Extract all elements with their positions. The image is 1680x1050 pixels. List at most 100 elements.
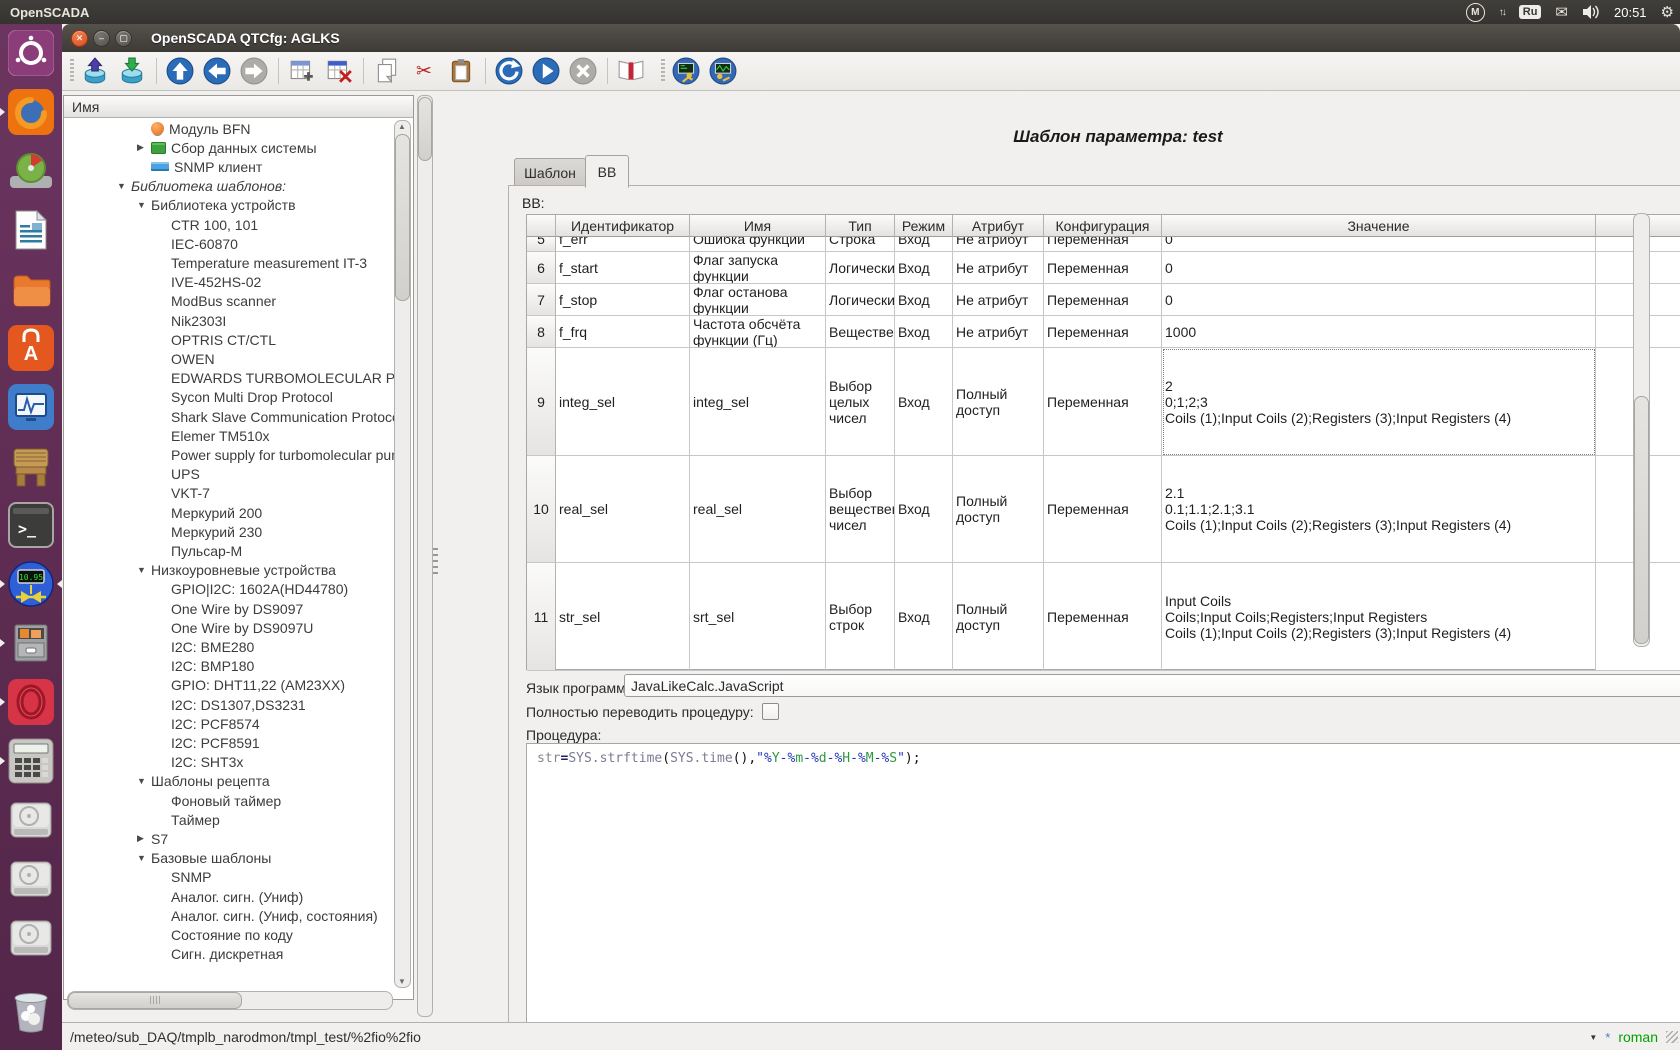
launcher-wooden-desk-icon[interactable] — [8, 443, 54, 489]
configuration-cell[interactable]: Переменная — [1044, 252, 1162, 284]
manual-button[interactable] — [616, 56, 646, 86]
identifier-cell[interactable]: f_start — [556, 252, 690, 284]
identifier-cell[interactable]: f_err — [556, 237, 690, 252]
close-button[interactable]: ✕ — [71, 30, 88, 47]
program-language-combobox[interactable]: JavaLikeCalc.JavaScript ▼ — [624, 674, 1680, 697]
keyboard-layout-indicator[interactable]: Ru — [1519, 5, 1542, 19]
launcher-calculator-icon[interactable] — [8, 738, 54, 784]
tree-item[interactable]: ▼Шаблоны рецепта — [137, 772, 270, 791]
messaging-menu-icon[interactable]: M — [1466, 3, 1485, 22]
tree-item[interactable]: Пульсар-М — [157, 541, 242, 560]
launcher-disk-usage-icon[interactable] — [8, 148, 54, 194]
tree-horizontal-scrollbar-slider[interactable] — [68, 992, 242, 1009]
tree-item[interactable]: I2C: PCF8574 — [157, 714, 260, 733]
attribute-cell[interactable]: Не атрибут — [953, 252, 1044, 284]
configuration-cell[interactable]: Переменная — [1044, 316, 1162, 348]
column-header[interactable] — [527, 215, 556, 237]
tree-item[interactable]: OWEN — [157, 349, 215, 368]
tree-item[interactable]: UPS — [157, 465, 200, 484]
launcher-system-monitor-icon[interactable] — [8, 384, 54, 430]
tree-item[interactable]: Таймер — [157, 810, 220, 829]
tree-item[interactable]: ▶Сбор данных системы — [137, 138, 317, 157]
vision-runtime-button[interactable] — [708, 56, 738, 86]
row-number-cell[interactable]: 9 — [527, 348, 556, 456]
tab-io[interactable]: ВВ — [585, 155, 629, 188]
column-header[interactable]: Имя — [690, 215, 826, 237]
session-gear-icon[interactable]: ⚙ — [1661, 3, 1674, 21]
attribute-cell[interactable]: Полный доступ — [953, 456, 1044, 563]
mode-cell[interactable]: Вход — [895, 284, 953, 316]
value-cell[interactable]: Input CoilsCoils;Input Coils;Registers;I… — [1162, 563, 1596, 671]
tree-item[interactable]: SNMP — [157, 868, 211, 887]
type-cell[interactable]: Строка — [826, 237, 895, 252]
toolbar-handle[interactable] — [70, 59, 74, 83]
tree-item[interactable]: GPIO: DHT11,22 (AM23XX) — [157, 676, 345, 695]
launcher-terminal-icon[interactable]: >_ — [8, 502, 54, 548]
maximize-button[interactable]: ▢ — [115, 30, 132, 47]
identifier-cell[interactable]: integ_sel — [556, 348, 690, 456]
load-from-db-button[interactable] — [80, 56, 110, 86]
name-cell[interactable]: integ_sel — [690, 348, 826, 456]
status-dropdown-icon[interactable]: ▼ — [1589, 1033, 1597, 1042]
translate-procedure-checkbox[interactable] — [762, 703, 779, 720]
tree-vertical-scrollbar-slider[interactable] — [395, 134, 410, 301]
row-number-cell[interactable]: 11 — [527, 563, 556, 671]
tree-item[interactable]: Модуль BFN — [137, 119, 251, 138]
start-button[interactable] — [531, 56, 561, 86]
tree-item[interactable]: ▼Низкоуровневые устройства — [137, 561, 336, 580]
clock[interactable]: 20:51 — [1614, 5, 1647, 20]
save-to-db-button[interactable] — [117, 56, 147, 86]
attribute-cell[interactable]: Не атрибут — [953, 316, 1044, 348]
name-cell[interactable]: real_sel — [690, 456, 826, 563]
row-number-cell[interactable]: 10 — [527, 456, 556, 563]
tree-item[interactable]: One Wire by DS9097U — [157, 618, 313, 637]
tree-item[interactable]: ▼Библиотека устройств — [137, 196, 296, 215]
forward-button[interactable] — [239, 56, 269, 86]
configuration-cell[interactable]: Переменная — [1044, 284, 1162, 316]
tree-item[interactable]: I2C: SHT3x — [157, 753, 243, 772]
attribute-cell[interactable]: Полный доступ — [953, 348, 1044, 456]
expand-down-icon[interactable]: ▼ — [137, 776, 151, 786]
config-scrollbar-slider[interactable] — [418, 97, 432, 161]
config-scrollbar[interactable] — [417, 95, 433, 1017]
tree-item[interactable]: Power supply for turbomolecular pum — [157, 445, 395, 464]
window-titlebar[interactable]: ✕ – ▢ OpenSCADA QTCfg: AGLKS — [62, 24, 1680, 52]
row-number-cell[interactable]: 7 — [527, 284, 556, 316]
tree-item[interactable]: GPIO|I2C: 1602A(HD44780) — [157, 580, 348, 599]
copy-item-button[interactable] — [372, 56, 402, 86]
configuration-cell[interactable]: Переменная — [1044, 237, 1162, 252]
mode-cell[interactable]: Вход — [895, 348, 953, 456]
tree-item[interactable]: SNMP клиент — [137, 157, 262, 176]
type-cell[interactable]: Выбор целых чисел — [826, 348, 895, 456]
tree-item[interactable]: I2C: BME280 — [157, 637, 254, 656]
toolbar-handle[interactable] — [661, 59, 665, 83]
expand-down-icon[interactable]: ▼ — [137, 200, 151, 210]
volume-icon[interactable] — [1582, 4, 1600, 20]
type-cell[interactable]: Логический — [826, 252, 895, 284]
configuration-cell[interactable]: Переменная — [1044, 348, 1162, 456]
tree-item[interactable]: Shark Slave Communication Protocol — [157, 407, 395, 426]
mode-cell[interactable]: Вход — [895, 252, 953, 284]
launcher-hard-disk-3-icon[interactable] — [8, 915, 54, 961]
type-cell[interactable]: Логический — [826, 284, 895, 316]
name-cell[interactable]: Частота обсчёта функции (Гц) — [690, 316, 826, 348]
mode-cell[interactable]: Вход — [895, 563, 953, 671]
add-item-button[interactable] — [287, 56, 317, 86]
tree-item[interactable]: IEC-60870 — [157, 234, 238, 253]
tree-item[interactable]: CTR 100, 101 — [157, 215, 258, 234]
type-cell[interactable]: Вещественный — [826, 316, 895, 348]
qtstarter-config-button[interactable] — [671, 56, 701, 86]
value-cell[interactable]: 1000 — [1162, 316, 1596, 348]
value-cell[interactable]: 2.10.1;1.1;2.1;3.1Coils (1);Input Coils … — [1162, 456, 1596, 563]
back-button[interactable] — [202, 56, 232, 86]
tree-column-header[interactable]: Имя — [64, 96, 413, 118]
tree-item[interactable]: Nik2303I — [157, 311, 226, 330]
mode-cell[interactable]: Вход — [895, 456, 953, 563]
tree-item[interactable]: IVE-452HS-02 — [157, 273, 261, 292]
tree-item[interactable]: One Wire by DS9097 — [157, 599, 303, 618]
name-cell[interactable]: Флаг останова функции — [690, 284, 826, 316]
tree-item[interactable]: ▼Библиотека шаблонов: — [117, 177, 286, 196]
column-header[interactable]: Тип — [826, 215, 895, 237]
identifier-cell[interactable]: f_stop — [556, 284, 690, 316]
row-number-cell[interactable]: 8 — [527, 316, 556, 348]
